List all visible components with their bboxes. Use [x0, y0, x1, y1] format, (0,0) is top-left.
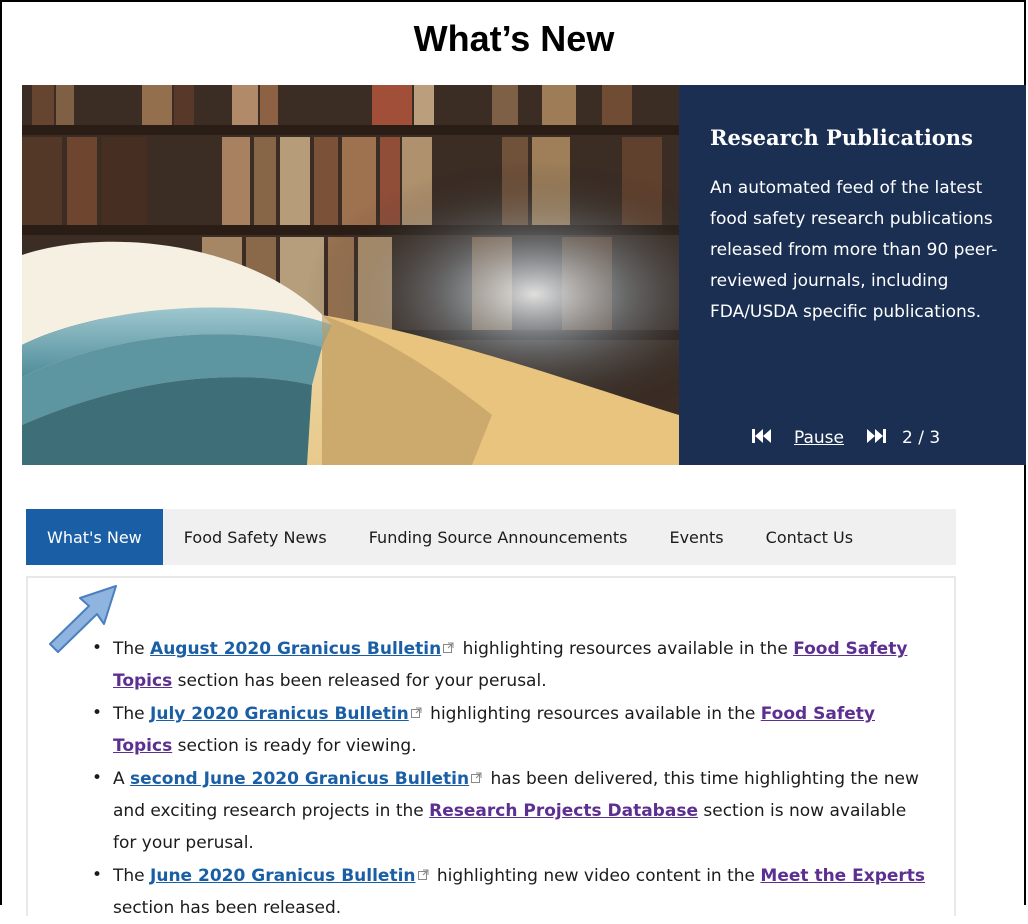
topic-link[interactable]: Meet the Experts — [760, 866, 925, 886]
hero-image — [22, 85, 679, 465]
hero-carousel: Research Publications An automated feed … — [22, 85, 1026, 465]
tab-events[interactable]: Events — [648, 509, 744, 565]
item-text: section has been released. — [113, 898, 342, 918]
tab-funding-source-announcements[interactable]: Funding Source Announcements — [348, 509, 649, 565]
tab-bar: What's New Food Safety News Funding Sour… — [26, 509, 956, 565]
page-title: What’s New — [413, 18, 615, 59]
item-text: highlighting resources available in the — [457, 639, 794, 659]
slide-counter: 2 / 3 — [902, 428, 941, 448]
item-text: highlighting new video content in the — [431, 866, 761, 886]
list-item: The June 2020 Granicus Bulletin highligh… — [92, 859, 933, 924]
item-text: highlighting resources available in the — [424, 704, 761, 724]
external-link-icon — [443, 632, 454, 653]
skip-forward-icon[interactable] — [866, 428, 886, 448]
list-item: The July 2020 Granicus Bulletin highligh… — [92, 697, 933, 762]
item-text: section has been released for your perus… — [172, 671, 547, 691]
item-text: section is ready for viewing. — [172, 736, 417, 756]
list-item: The August 2020 Granicus Bulletin highli… — [92, 632, 933, 697]
hero-description: An automated feed of the latest food saf… — [710, 178, 998, 322]
bulletin-link[interactable]: second June 2020 Granicus Bulletin — [130, 769, 469, 789]
carousel-controls: Pause 2 / 3 — [752, 428, 940, 448]
bulletin-link[interactable]: August 2020 Granicus Bulletin — [150, 639, 441, 659]
tab-food-safety-news[interactable]: Food Safety News — [163, 509, 348, 565]
pause-button[interactable]: Pause — [794, 428, 844, 448]
topic-link[interactable]: Research Projects Database — [429, 801, 698, 821]
hero-heading: Research Publications — [710, 125, 973, 150]
external-link-icon — [471, 762, 482, 783]
bulletin-link[interactable]: June 2020 Granicus Bulletin — [150, 866, 415, 886]
item-text: The — [113, 866, 151, 886]
list-item: A second June 2020 Granicus Bulletin has… — [92, 762, 933, 859]
item-text: A — [113, 769, 131, 789]
external-link-icon — [417, 859, 429, 880]
item-text: The — [113, 639, 151, 659]
hero-caption-panel: Research Publications An automated feed … — [679, 85, 1026, 465]
skip-back-icon[interactable] — [752, 428, 772, 448]
external-link-icon — [410, 697, 422, 718]
tab-contact-us[interactable]: Contact Us — [745, 509, 874, 565]
item-text: The — [113, 704, 151, 724]
tab-whats-new[interactable]: What's New — [26, 509, 163, 565]
bulletin-link[interactable]: July 2020 Granicus Bulletin — [150, 704, 409, 724]
news-list: The August 2020 Granicus Bulletin highli… — [86, 632, 933, 924]
